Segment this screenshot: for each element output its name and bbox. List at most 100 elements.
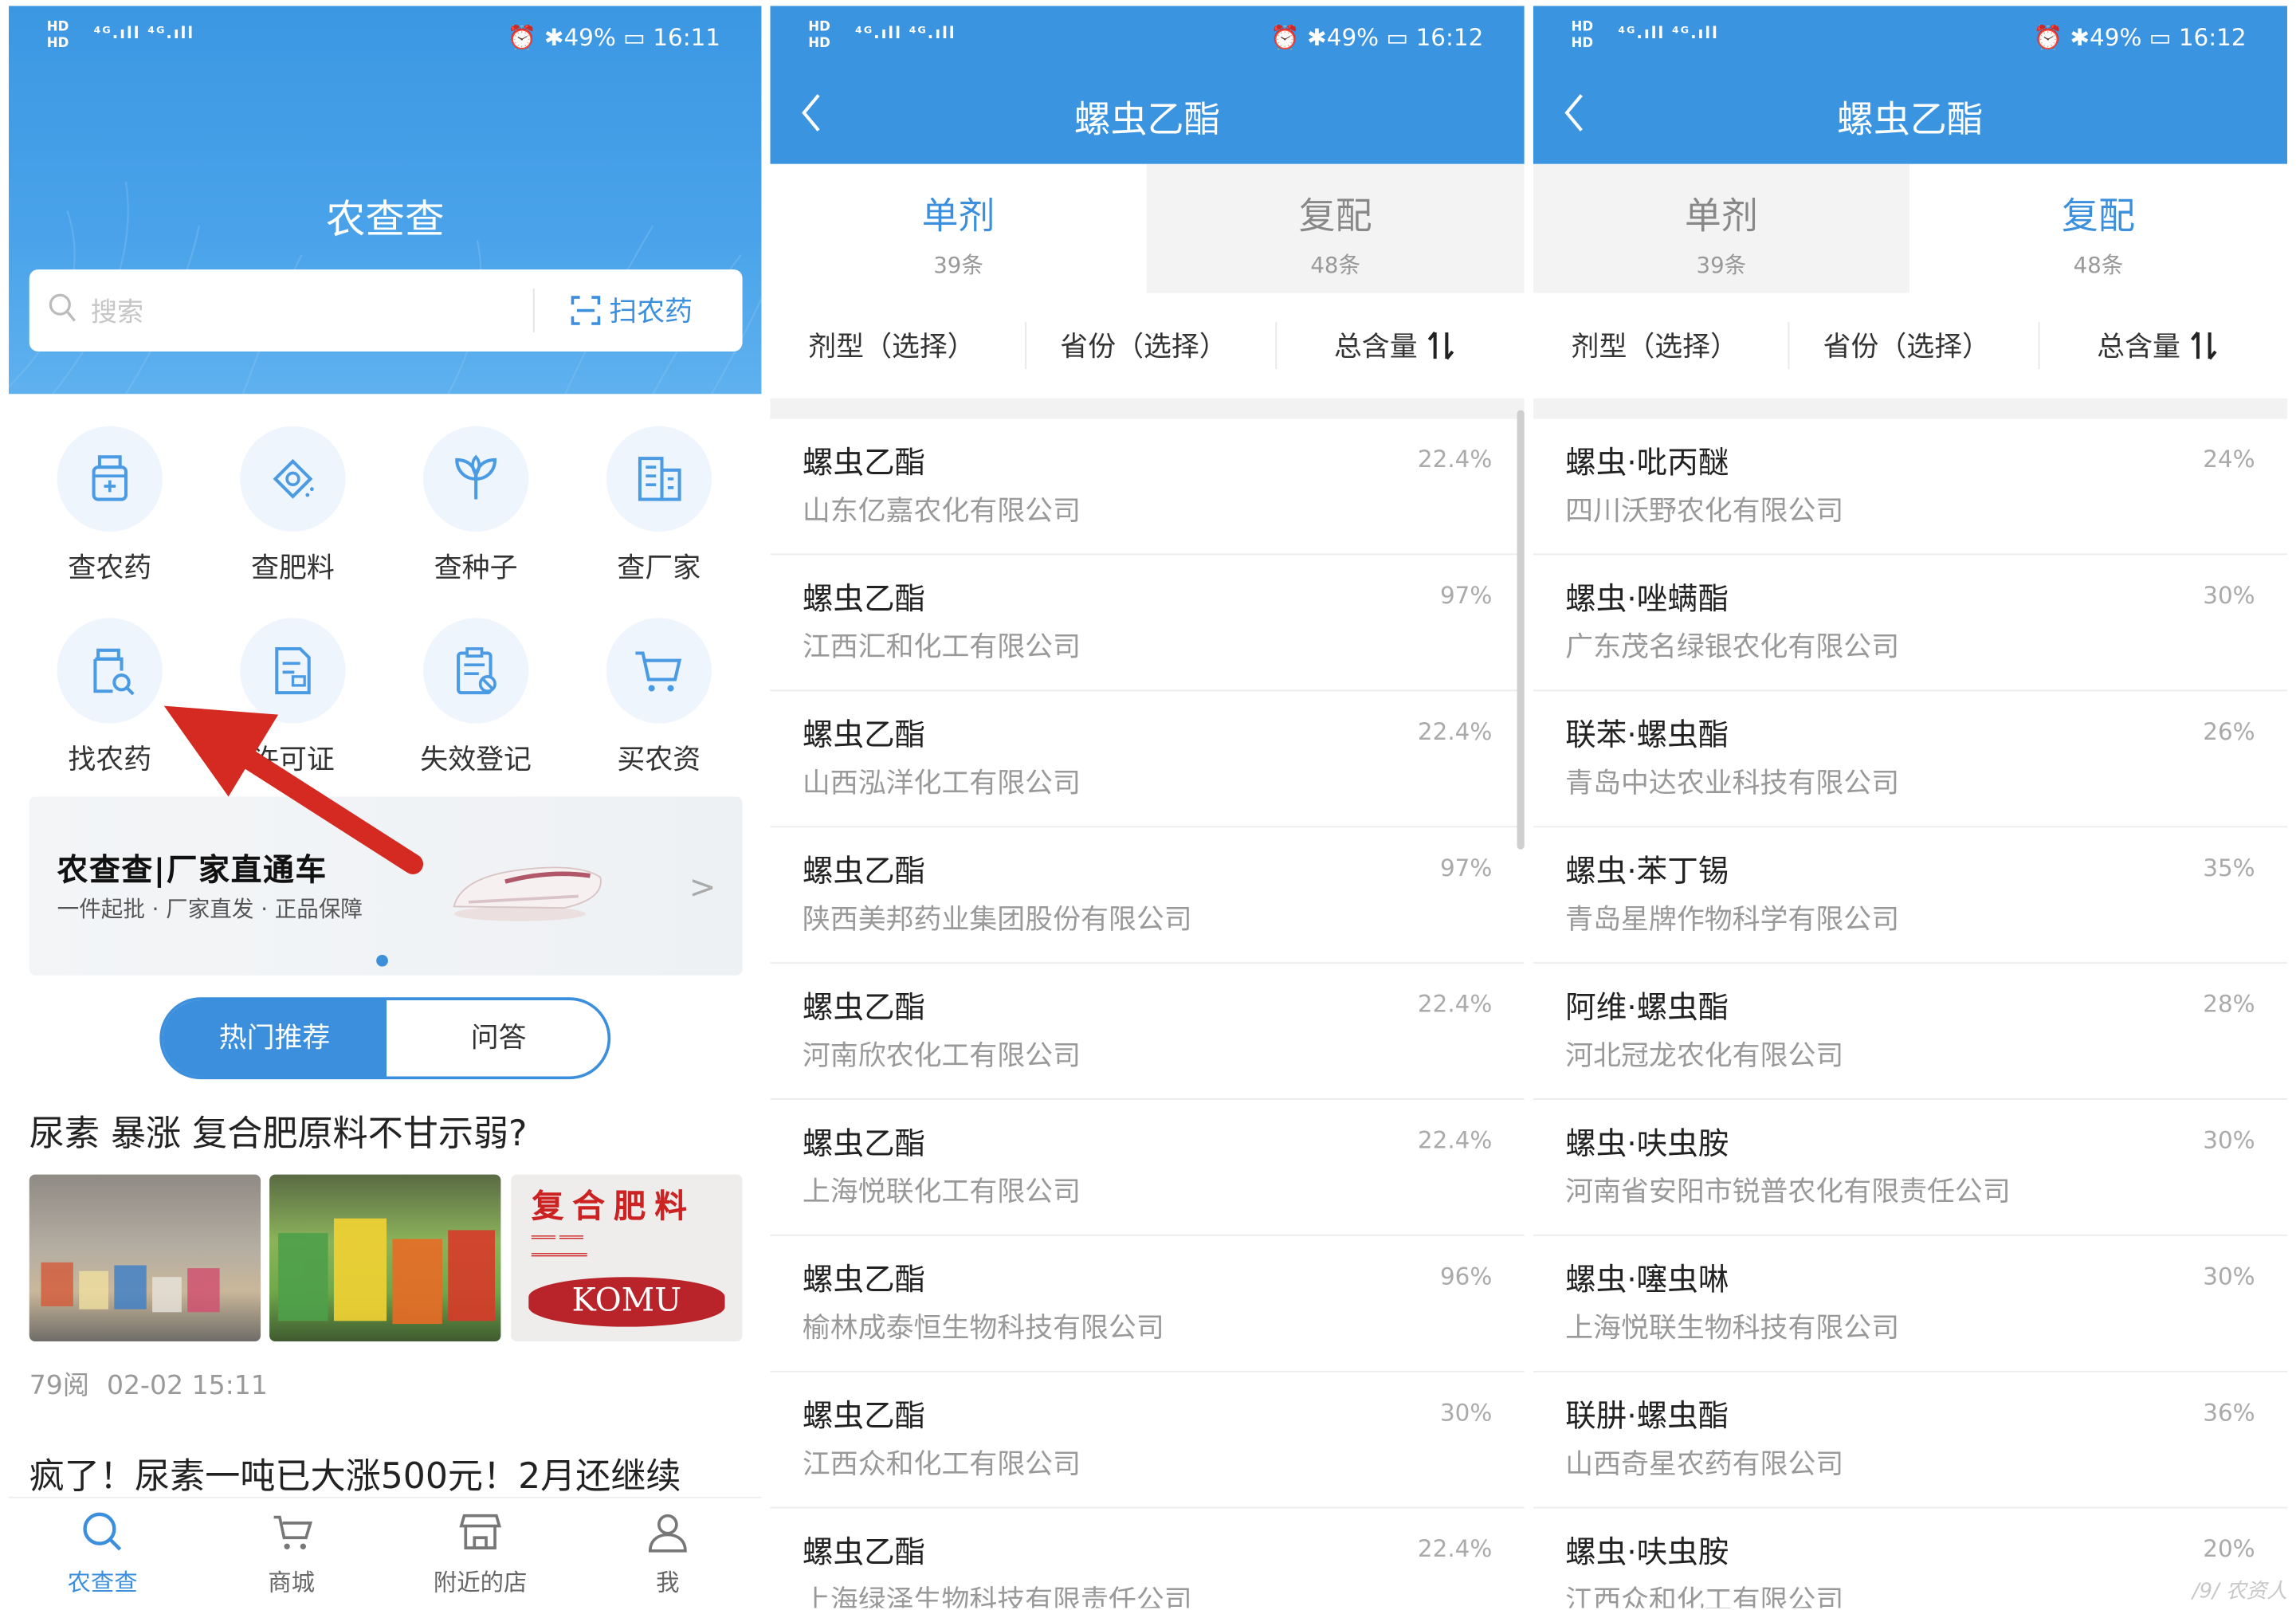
grid-item-buy-supplies[interactable]: 买农资: [579, 618, 740, 777]
list-item[interactable]: 螺虫·呋虫胺 河南省安阳市锐普农化有限责任公司 30%: [1533, 1100, 2288, 1236]
total-content-sort[interactable]: 总含量: [1334, 325, 1456, 365]
company-name: 河南省安阳市锐普农化有限责任公司: [1565, 1176, 2011, 1208]
tab-hot-recommend[interactable]: 热门推荐: [162, 999, 387, 1077]
tab-mall[interactable]: 商城: [218, 1510, 365, 1597]
hd-indicator: HD HD: [808, 20, 830, 52]
product-name: 螺虫·吡丙醚: [1565, 445, 1729, 481]
company-name: 上海悦联化工有限公司: [802, 1176, 1081, 1208]
grid-item-pesticide[interactable]: 查农药: [29, 426, 190, 586]
scan-pesticide-button[interactable]: 扫农药: [571, 290, 693, 330]
grid-item-license[interactable]: 许可证: [212, 618, 373, 777]
tab-compound[interactable]: 复配 48条: [1146, 163, 1525, 293]
company-name: 河南欣农化工有限公司: [802, 1039, 1081, 1072]
list-item[interactable]: 螺虫·唑螨酯 广东茂名绿银农化有限公司 30%: [1533, 555, 2288, 692]
grid-item-find-pesticide[interactable]: 找农药: [29, 618, 190, 777]
tab-compound[interactable]: 复配 48条: [1909, 163, 2288, 293]
formulation-filter[interactable]: 剂型（选择）: [1572, 325, 1738, 365]
company-name: 山西奇星农药有限公司: [1565, 1448, 1844, 1481]
tab-count: 39条: [1696, 252, 1747, 279]
grid-item-seed[interactable]: 查种子: [395, 426, 556, 586]
list-item[interactable]: 螺虫乙酯 陕西美邦药业集团股份有限公司 97%: [770, 827, 1525, 964]
content-percentage: 97%: [1439, 854, 1493, 882]
search-bar[interactable]: 搜索 扫农药: [29, 269, 743, 351]
scrollbar[interactable]: [1517, 410, 1525, 850]
bottom-tab-bar: 农查查 商城 附近的店 我: [9, 1496, 762, 1608]
list-item[interactable]: 螺虫·苯丁锡 青岛星牌作物科学有限公司 35%: [1533, 827, 2288, 964]
grid-item-label: 查厂家: [617, 552, 701, 585]
page-title: 螺虫乙酯: [1836, 98, 1984, 141]
tab-single[interactable]: 单剂 39条: [770, 163, 1147, 293]
list-item[interactable]: 螺虫·吡丙醚 四川沃野农化有限公司 24%: [1533, 418, 2288, 556]
hd-indicator: HD HD: [1571, 20, 1594, 52]
product-name: 螺虫乙酯: [802, 1398, 926, 1434]
filter-divider: [1025, 322, 1027, 370]
news-thumbnail: [269, 1174, 501, 1342]
list-item[interactable]: 联肼·螺虫酯 山西奇星农药有限公司 36%: [1533, 1372, 2288, 1509]
product-name: 螺虫乙酯: [802, 990, 926, 1026]
banner-next-icon[interactable]: >: [689, 870, 716, 906]
search-input[interactable]: 搜索: [91, 292, 143, 330]
list-item[interactable]: 螺虫·噻虫啉 上海悦联生物科技有限公司 30%: [1533, 1236, 2288, 1372]
province-filter[interactable]: 省份（选择）: [1823, 325, 1990, 365]
grid-item-fertilizer[interactable]: 查肥料: [212, 426, 373, 586]
list-item[interactable]: 螺虫乙酯 上海绿泽生物科技有限责任公司 22.4%: [770, 1509, 1524, 1608]
content-percentage: 22.4%: [1417, 1534, 1493, 1563]
news-title[interactable]: 尿素 暴涨 复合肥原料不甘示弱?: [29, 1104, 528, 1155]
fertilizer-bags-image: [278, 1218, 496, 1325]
content-percentage: 96%: [1439, 1262, 1493, 1290]
province-filter[interactable]: 省份（选择）: [1060, 325, 1226, 365]
shopping-cart-icon: [635, 651, 682, 692]
tab-me[interactable]: 我: [595, 1510, 741, 1597]
status-bar: HD HD ⁴ᴳ.ıll ⁴ᴳ.ıll ⏰ ✱49% ▭ 16:12: [1533, 6, 2287, 73]
license-document-icon: [275, 646, 311, 695]
bullet-train-illustration: [453, 866, 602, 921]
tab-home[interactable]: 农查查: [29, 1510, 176, 1597]
company-name: 江西众和化工有限公司: [1565, 1584, 1844, 1608]
list-item[interactable]: 螺虫·呋虫胺 江西众和化工有限公司 20%: [1533, 1509, 2287, 1608]
filter-divider: [1275, 322, 1278, 370]
signal-indicator: ⁴ᴳ.ıll ⁴ᴳ.ıll: [855, 23, 956, 43]
news-thumbnails[interactable]: 复合肥料 ═══ ═══ ═══════ KOMU: [29, 1174, 743, 1342]
page-title: 螺虫乙酯: [1073, 98, 1221, 141]
tab-single[interactable]: 单剂 39条: [1533, 163, 1909, 293]
list-item[interactable]: 螺虫乙酯 榆林成泰恒生物科技有限公司 96%: [770, 1236, 1525, 1372]
list-item[interactable]: 螺虫乙酯 江西众和化工有限公司 30%: [770, 1372, 1525, 1509]
thumb-brand-logo: KOMU: [528, 1277, 725, 1327]
grid-item-invalid-registration[interactable]: 失效登记: [395, 618, 556, 777]
grid-item-factory[interactable]: 查厂家: [579, 426, 740, 586]
product-name: 螺虫·呋虫胺: [1565, 1125, 1729, 1162]
promo-banner[interactable]: 农查查|厂家直通车 一件起批 · 厂家直发 · 正品保障 >: [29, 796, 743, 976]
signal-indicator: ⁴ᴳ.ıll ⁴ᴳ.ıll: [1618, 23, 1719, 43]
product-name: 螺虫·苯丁锡: [1565, 854, 1729, 889]
news-thumbnail: [29, 1174, 261, 1342]
composite-screenshot: HD HD ⁴ᴳ.ıll ⁴ᴳ.ıll ⏰ ✱49% ▭ 16:11 农查查 搜索…: [0, 0, 2296, 1610]
invalid-registration-icon: [457, 647, 496, 695]
list-item[interactable]: 阿维·螺虫酯 河北冠龙农化有限公司 28%: [1533, 964, 2288, 1100]
content-percentage: 36%: [2203, 1398, 2255, 1427]
tab-nearby-stores[interactable]: 附近的店: [407, 1510, 554, 1597]
list-item[interactable]: 螺虫乙酯 江西汇和化工有限公司 97%: [770, 555, 1525, 692]
list-item[interactable]: 螺虫乙酯河南欣农化工有限公司 22.4%: [770, 964, 1525, 1100]
content-percentage: 22.4%: [1417, 990, 1493, 1018]
formulation-filter[interactable]: 剂型（选择）: [808, 325, 975, 365]
content-percentage: 22.4%: [1417, 445, 1493, 473]
app-title: 农查查: [325, 198, 445, 244]
news-title[interactable]: 疯了！尿素一吨已大涨500元！2月还继续: [29, 1447, 681, 1498]
grid-item-label: 查种子: [434, 552, 518, 585]
list-item[interactable]: 螺虫乙酯 山西泓洋化工有限公司 22.4%: [770, 691, 1525, 828]
scan-label: 扫农药: [609, 296, 693, 328]
total-content-sort[interactable]: 总含量: [2097, 325, 2219, 365]
grid-item-label: 失效登记: [420, 744, 532, 776]
tab-count: 48条: [1310, 252, 1361, 279]
company-name: 青岛星牌作物科学有限公司: [1565, 903, 1900, 937]
company-name: 江西汇和化工有限公司: [802, 630, 1081, 664]
list-item[interactable]: 螺虫乙酯 山东亿嘉农化有限公司 22.4%: [770, 418, 1525, 556]
cart-icon: [273, 1515, 312, 1549]
tab-qa[interactable]: 问答: [387, 1000, 607, 1077]
list-item[interactable]: 联苯·螺虫酯 青岛中达农业科技有限公司 26%: [1533, 691, 2288, 828]
list-item[interactable]: 螺虫乙酯 上海悦联化工有限公司 22.4%: [770, 1100, 1525, 1236]
company-name: 山西泓洋化工有限公司: [802, 767, 1081, 800]
tab-label: 商城: [268, 1568, 316, 1596]
product-name: 螺虫乙酯: [802, 1125, 926, 1162]
carousel-indicator: [376, 954, 388, 967]
